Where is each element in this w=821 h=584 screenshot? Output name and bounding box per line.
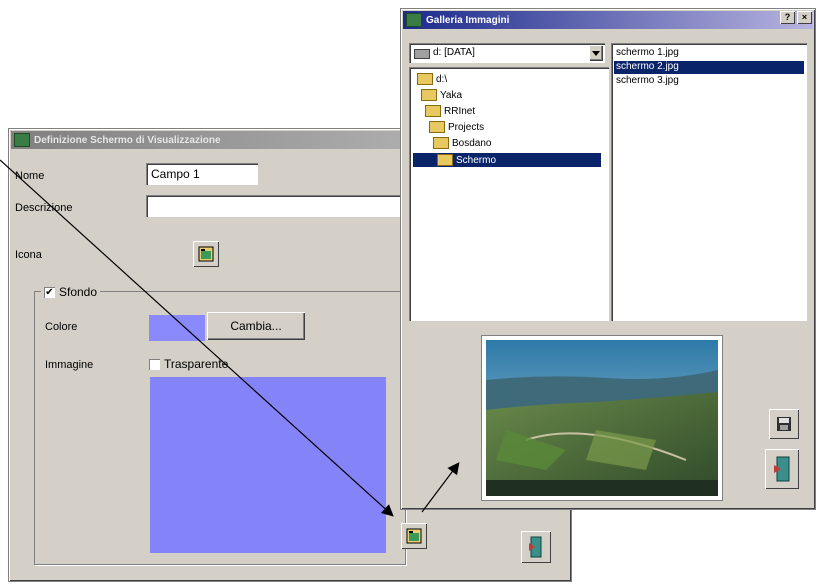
definition-window-title: Definizione Schermo di Visualizzazione — [34, 134, 221, 146]
drive-select[interactable]: d: [DATA] — [409, 43, 605, 63]
exit-door-icon — [529, 536, 542, 558]
folder-tree-item[interactable]: RRInet — [425, 105, 475, 117]
folder-tree-item[interactable]: Projects — [429, 121, 484, 133]
file-label: schermo 1.jpg — [616, 47, 679, 58]
image-picker-icon — [406, 528, 422, 544]
select-image-button[interactable] — [401, 523, 427, 549]
color-label: Colore — [45, 321, 78, 333]
name-label: Nome — [15, 170, 45, 182]
help-button[interactable]: ? — [780, 11, 795, 24]
file-label: schermo 2.jpg — [616, 61, 679, 72]
gallery-window-titlebar[interactable]: Galleria Immagini — [403, 11, 813, 29]
transparent-checkbox-row[interactable]: Trasparente — [149, 357, 228, 371]
change-color-button[interactable]: Cambia... — [207, 312, 305, 340]
gallery-image-preview — [481, 335, 723, 501]
transparent-checkbox-label: Trasparente — [164, 357, 229, 371]
icon-picker-button[interactable] — [193, 241, 219, 267]
image-preview — [150, 377, 386, 553]
definition-exit-button[interactable] — [521, 531, 551, 563]
color-swatch — [149, 315, 205, 341]
folder-label: d:\ — [436, 73, 448, 85]
folder-label: RRInet — [444, 105, 476, 117]
file-list-item-selected[interactable]: schermo 2.jpg — [614, 61, 804, 74]
folder-icon — [429, 121, 445, 133]
folder-label: Schermo — [456, 154, 497, 166]
background-checkbox[interactable]: ✔ — [44, 286, 55, 298]
close-icon: × — [801, 12, 808, 22]
folder-icon — [421, 89, 437, 101]
folder-label: Projects — [448, 121, 485, 133]
chevron-down-icon — [592, 51, 600, 56]
folder-label: Yaka — [440, 89, 463, 101]
gallery-window: Galleria Immagini ? × d: [DATA] d:\ Yaka… — [400, 8, 816, 510]
file-label: schermo 3.jpg — [616, 75, 679, 86]
landscape-photo — [486, 340, 718, 496]
save-button[interactable] — [769, 409, 799, 439]
app-icon — [406, 13, 422, 27]
exit-door-icon — [774, 456, 790, 482]
file-list[interactable]: schermo 1.jpg schermo 2.jpg schermo 3.jp… — [611, 43, 807, 321]
gallery-exit-button[interactable] — [765, 449, 799, 489]
folder-tree[interactable]: d:\ Yaka RRInet Projects Bosdano Schermo — [409, 67, 609, 321]
folder-open-icon — [437, 154, 453, 166]
folder-label: Bosdano — [452, 137, 492, 149]
drive-icon — [414, 49, 430, 59]
description-label: Descrizione — [15, 202, 73, 214]
gallery-window-title: Galleria Immagini — [426, 14, 510, 26]
app-icon — [14, 133, 30, 147]
folder-tree-item[interactable]: Yaka — [421, 89, 462, 101]
change-color-button-label: Cambia... — [230, 319, 282, 333]
drive-dropdown-button[interactable] — [589, 45, 603, 61]
folder-tree-item-selected[interactable]: Schermo — [413, 153, 601, 167]
image-picker-icon — [198, 246, 214, 262]
folder-icon — [425, 105, 441, 117]
transparent-checkbox[interactable] — [149, 358, 160, 370]
file-list-item[interactable]: schermo 1.jpg — [614, 47, 804, 60]
icon-label: Icona — [15, 249, 42, 261]
file-list-item[interactable]: schermo 3.jpg — [614, 75, 804, 88]
name-field-value: Campo 1 — [151, 167, 200, 181]
description-field[interactable] — [146, 195, 406, 217]
folder-tree-item[interactable]: Bosdano — [433, 137, 491, 149]
image-label: Immagine — [45, 359, 94, 371]
folder-tree-item[interactable]: d:\ — [417, 73, 447, 85]
close-button[interactable]: × — [797, 11, 812, 24]
background-checkbox-label: Sfondo — [59, 285, 98, 299]
help-icon: ? — [784, 12, 791, 22]
drive-select-value: d: [DATA] — [433, 47, 475, 58]
folder-icon — [433, 137, 449, 149]
name-field[interactable]: Campo 1 — [146, 163, 258, 185]
floppy-disk-icon — [777, 417, 791, 431]
background-checkbox-row[interactable]: ✔ Sfondo — [41, 285, 101, 299]
folder-icon — [417, 73, 433, 85]
